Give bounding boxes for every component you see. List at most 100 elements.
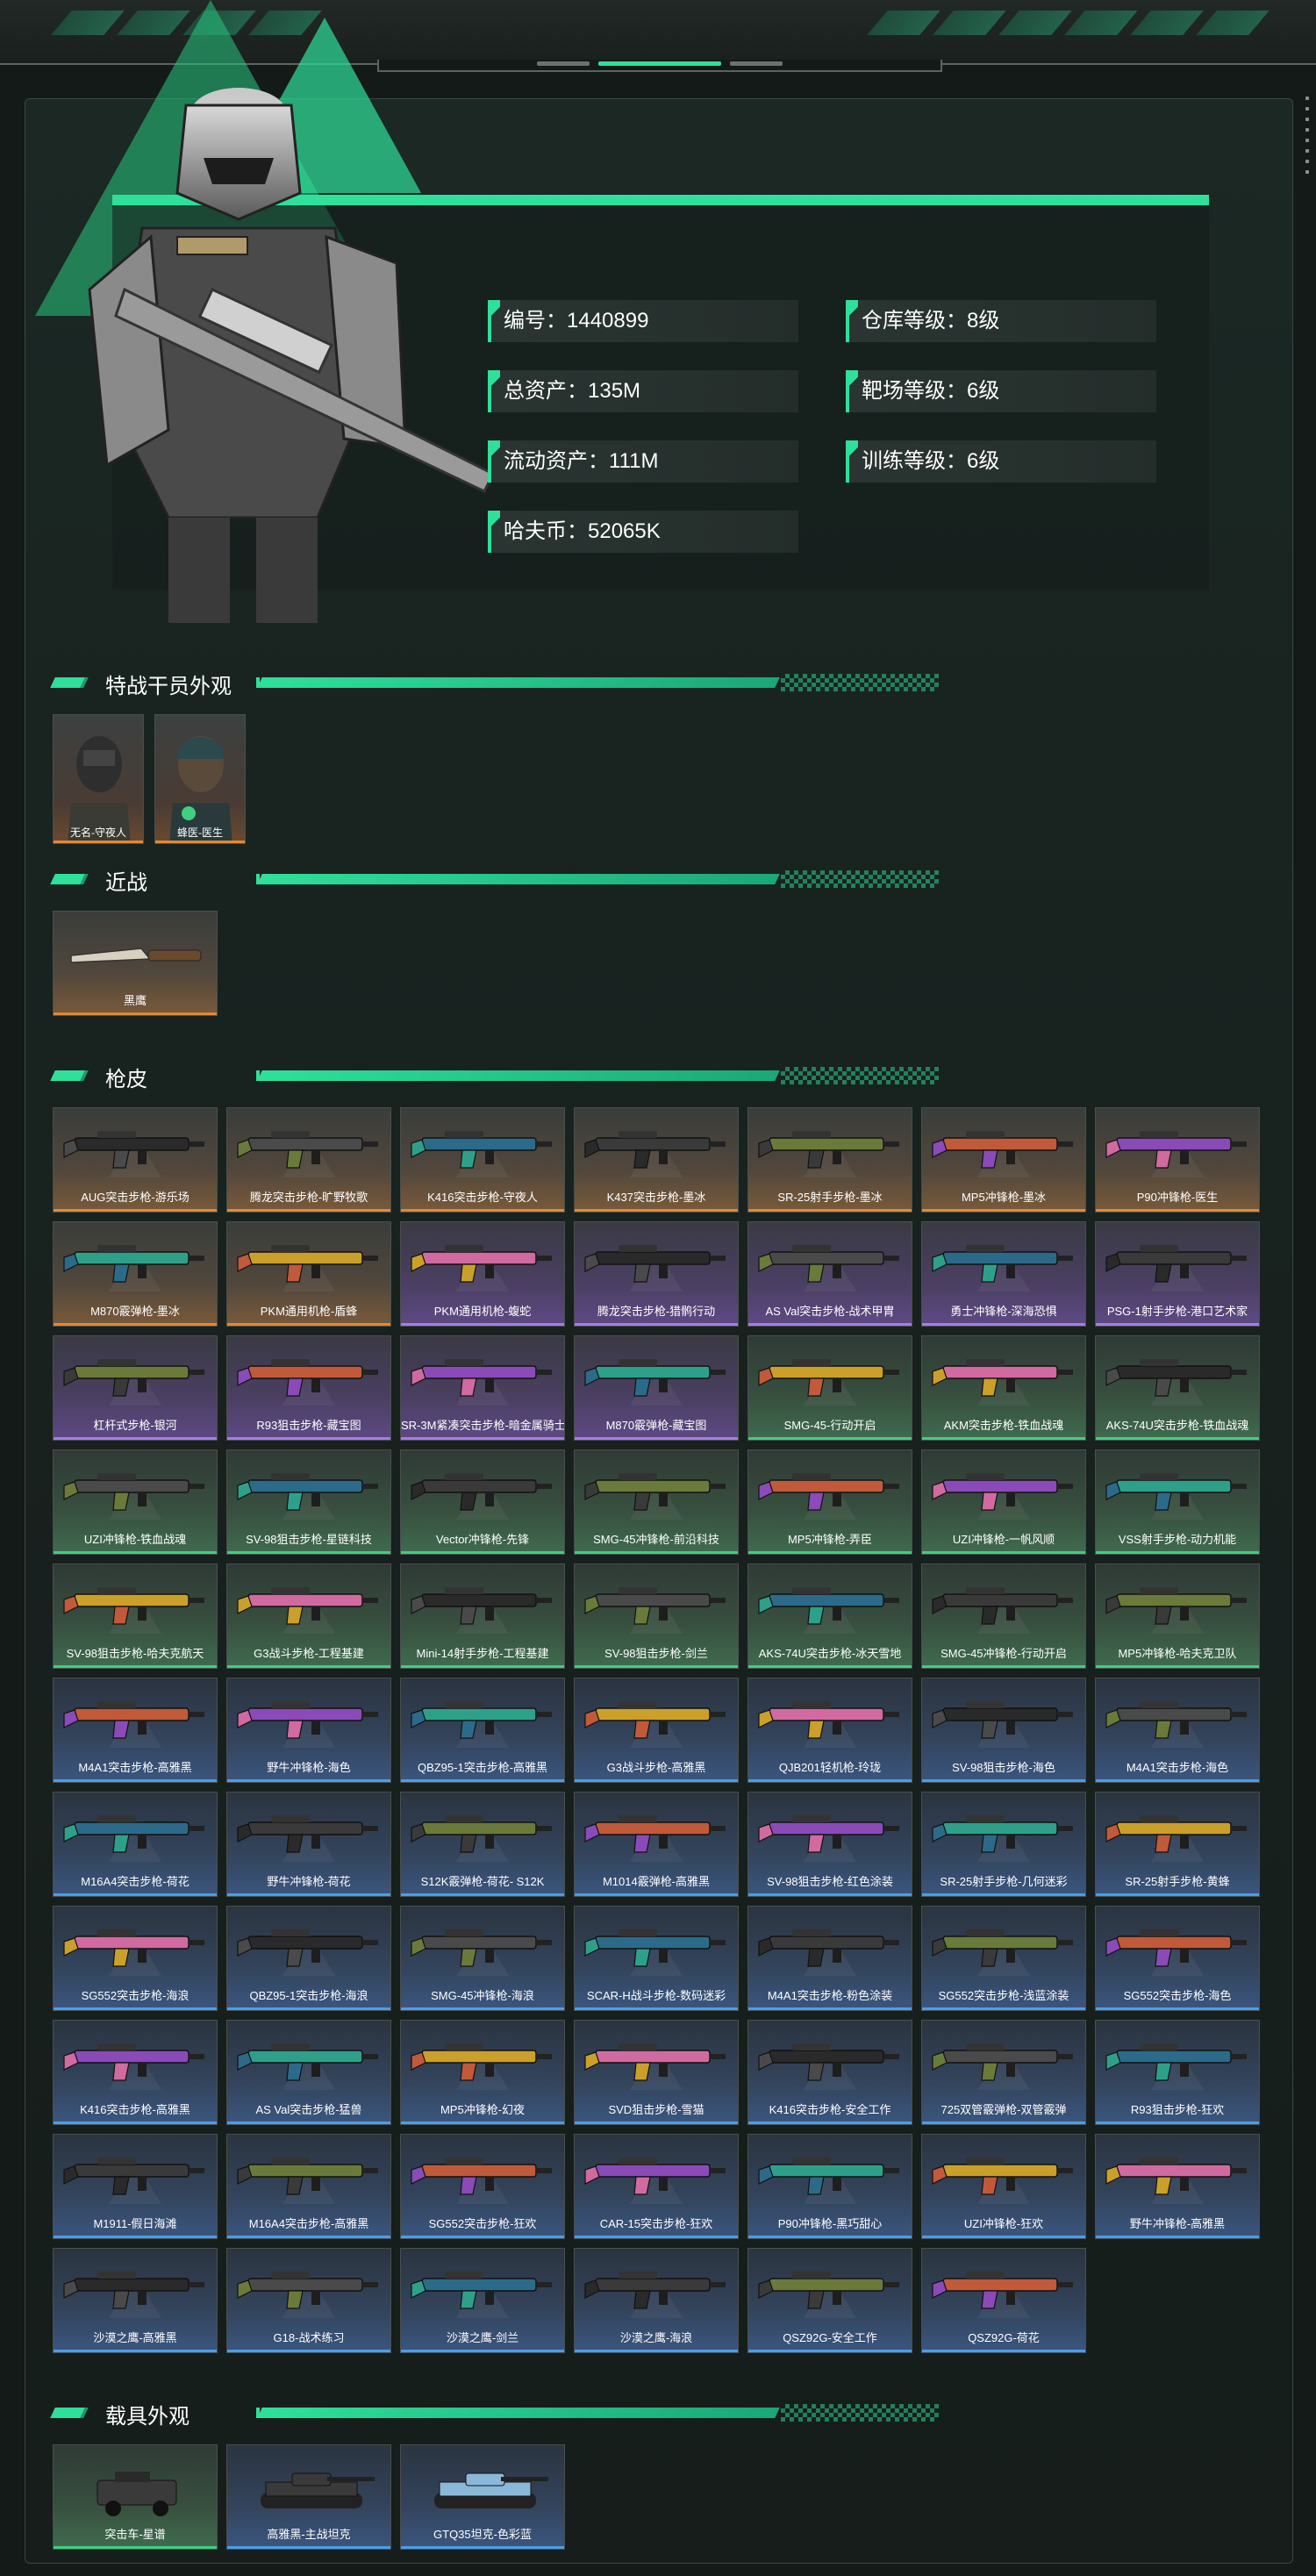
gun-skin-card[interactable]: Vector冲锋枪-先锋	[400, 1449, 565, 1555]
gun-skin-card[interactable]: SMG-45冲锋枪-行动开启	[921, 1563, 1086, 1669]
gun-skin-card[interactable]: UZI冲锋枪-铁血战魂	[53, 1449, 218, 1555]
gun-skin-card[interactable]: SV-98狙击步枪-剑兰	[574, 1563, 739, 1669]
gun-skin-label: 沙漠之鹰-高雅黑	[93, 2331, 177, 2344]
gun-skin-card[interactable]: CAR-15突击步枪-狂欢	[574, 2134, 739, 2239]
gun-skin-card[interactable]: PKM通用机枪-蝮蛇	[400, 1221, 565, 1327]
gun-skin-card[interactable]: M4A1突击步枪-高雅黑	[53, 1678, 218, 1783]
gun-skin-card[interactable]: M16A4突击步枪-高雅黑	[226, 2134, 391, 2239]
gun-skin-label: AS Val突击步枪-战术甲胄	[765, 1305, 895, 1318]
gun-skin-card[interactable]: QSZ92G-安全工作	[747, 2248, 912, 2353]
gun-skin-card[interactable]: 725双管霰弹枪-双管霰弹	[921, 2020, 1086, 2125]
gun-icon	[63, 1815, 204, 1853]
vehicle-card[interactable]: 高雅黑-主战坦克	[226, 2444, 391, 2550]
gun-skin-card[interactable]: QBZ95-1突击步枪-高雅黑	[400, 1678, 565, 1783]
gun-skin-card[interactable]: SR-3M紧凑突击步枪-暗金属骑士	[400, 1335, 565, 1441]
gun-skin-card[interactable]: SVD狙击步枪-雪猫	[574, 2020, 739, 2125]
gun-skin-card[interactable]: K416突击步枪-安全工作	[747, 2020, 912, 2125]
gun-skin-card[interactable]: 腾龙突击步枪-旷野牧歌	[226, 1107, 391, 1213]
gun-skin-card[interactable]: R93狙击步枪-藏宝图	[226, 1335, 391, 1441]
gun-skin-card[interactable]: MP5冲锋枪-弄臣	[747, 1449, 912, 1555]
gun-skin-card[interactable]: S12K霰弹枪-荷花- S12K	[400, 1792, 565, 1897]
vehicle-card[interactable]: GTQ35坦克-色彩蓝	[400, 2444, 565, 2550]
gun-skin-card[interactable]: G3战斗步枪-工程基建	[226, 1563, 391, 1669]
gun-skin-card[interactable]: SV-98狙击步枪-星链科技	[226, 1449, 391, 1555]
gun-skin-card[interactable]: K437突击步枪-墨冰	[574, 1107, 739, 1213]
gun-skin-card[interactable]: SG552突击步枪-海色	[1095, 1906, 1260, 2011]
gun-skin-label: QSZ92G-安全工作	[783, 2331, 877, 2344]
gun-skin-card[interactable]: M870霰弹枪-藏宝图	[574, 1335, 739, 1441]
gun-skin-card[interactable]: SR-25射手步枪-墨冰	[747, 1107, 912, 1213]
gun-skin-card[interactable]: 腾龙突击步枪-猎鹘行动	[574, 1221, 739, 1327]
gun-skin-card[interactable]: M4A1突击步枪-粉色涂装	[747, 1906, 912, 2011]
gun-skin-card[interactable]: SV-98狙击步枪-海色	[921, 1678, 1086, 1783]
gun-skin-card[interactable]: 沙漠之鹰-剑兰	[400, 2248, 565, 2353]
gun-skin-card[interactable]: AKS-74U突击步枪-冰天雪地	[747, 1563, 912, 1669]
gun-skin-card[interactable]: SG552突击步枪-狂欢	[400, 2134, 565, 2239]
gun-icon	[758, 1473, 899, 1511]
gun-skin-card[interactable]: UZI冲锋枪-狂欢	[921, 2134, 1086, 2239]
gun-skin-card[interactable]: SG552突击步枪-海浪	[53, 1906, 218, 2011]
gun-skin-card[interactable]: AS Val突击步枪-猛兽	[226, 2020, 391, 2125]
operator-card[interactable]: 无名-守夜人	[53, 714, 144, 844]
gun-skin-card[interactable]: AKM突击步枪-铁血战魂	[921, 1335, 1086, 1441]
gun-skin-card[interactable]: 野牛冲锋枪-荷花	[226, 1792, 391, 1897]
gun-skin-card[interactable]: M16A4突击步枪-荷花	[53, 1792, 218, 1897]
gun-skin-card[interactable]: P90冲锋枪-黑巧甜心	[747, 2134, 912, 2239]
gun-skin-card[interactable]: SMG-45冲锋枪-海浪	[400, 1906, 565, 2011]
gun-skin-card[interactable]: MP5冲锋枪-墨冰	[921, 1107, 1086, 1213]
gun-skin-label: VSS射手步枪-动力机能	[1118, 1533, 1237, 1546]
gun-skin-card[interactable]: SR-25射手步枪-几何迷彩	[921, 1792, 1086, 1897]
gun-skin-card[interactable]: MP5冲锋枪-哈夫克卫队	[1095, 1563, 1260, 1669]
gun-skin-label: PKM通用机枪-蝮蛇	[433, 1305, 532, 1318]
gun-skin-card[interactable]: 沙漠之鹰-高雅黑	[53, 2248, 218, 2353]
gun-skin-card[interactable]: SV-98狙击步枪-红色涂装	[747, 1792, 912, 1897]
gun-skin-card[interactable]: MP5冲锋枪-幻夜	[400, 2020, 565, 2125]
gun-icon	[411, 1815, 552, 1853]
scroll-dots[interactable]	[1305, 97, 1311, 181]
gun-skin-card[interactable]: AKS-74U突击步枪-铁血战魂	[1095, 1335, 1260, 1441]
operator-card[interactable]: 蜂医-医生	[154, 714, 246, 844]
gun-skin-card[interactable]: SV-98狙击步枪-哈夫克航天	[53, 1563, 218, 1669]
gun-skin-card[interactable]: P90冲锋枪-医生	[1095, 1107, 1260, 1213]
gun-skin-card[interactable]: K416突击步枪-高雅黑	[53, 2020, 218, 2125]
gun-skin-card[interactable]: AUG突击步枪-游乐场	[53, 1107, 218, 1213]
gun-skin-card[interactable]: SMG-45冲锋枪-前沿科技	[574, 1449, 739, 1555]
gun-skin-card[interactable]: SCAR-H战斗步枪-数码迷彩	[574, 1906, 739, 2011]
gun-skin-card[interactable]: SR-25射手步枪-黄蜂	[1095, 1792, 1260, 1897]
gun-skin-card[interactable]: QJB201轻机枪-玲珑	[747, 1678, 912, 1783]
gun-skin-card[interactable]: M1014霰弹枪-高雅黑	[574, 1792, 739, 1897]
gun-icon	[584, 1929, 726, 1967]
gun-skin-card[interactable]: VSS射手步枪-动力机能	[1095, 1449, 1260, 1555]
gun-skin-card[interactable]: QSZ92G-荷花	[921, 2248, 1086, 2353]
gun-skin-card[interactable]: SG552突击步枪-浅蓝涂装	[921, 1906, 1086, 2011]
gun-skin-card[interactable]: 野牛冲锋枪-高雅黑	[1095, 2134, 1260, 2239]
gun-skin-card[interactable]: SMG-45-行动开启	[747, 1335, 912, 1441]
gun-skin-card[interactable]: AS Val突击步枪-战术甲胄	[747, 1221, 912, 1327]
gun-skin-card[interactable]: PSG-1射手步枪-港口艺术家	[1095, 1221, 1260, 1327]
gun-skin-card[interactable]: 野牛冲锋枪-海色	[226, 1678, 391, 1783]
gun-skin-card[interactable]: QBZ95-1突击步枪-海浪	[226, 1906, 391, 2011]
gun-skin-label: SR-25射手步枪-墨冰	[777, 1191, 883, 1204]
gun-skin-label: P90冲锋枪-黑巧甜心	[777, 2217, 883, 2230]
gun-skin-card[interactable]: G3战斗步枪-高雅黑	[574, 1678, 739, 1783]
gun-skin-label: K416突击步枪-安全工作	[769, 2103, 891, 2116]
gun-icon	[584, 1359, 726, 1397]
gun-skin-card[interactable]: G18-战术练习	[226, 2248, 391, 2353]
gun-skin-card[interactable]: M870霰弹枪-墨冰	[53, 1221, 218, 1327]
gun-skin-card[interactable]: 勇士冲锋枪-深海恐惧	[921, 1221, 1086, 1327]
stat-training-level: 训练等级：6级	[846, 440, 1156, 483]
gun-skin-label: SMG-45冲锋枪-前沿科技	[593, 1533, 719, 1546]
gun-skin-card[interactable]: K416突击步枪-守夜人	[400, 1107, 565, 1213]
gun-skin-card[interactable]: R93狙击步枪-狂欢	[1095, 2020, 1260, 2125]
gun-skin-card[interactable]: 杠杆式步枪-银河	[53, 1335, 218, 1441]
gun-skin-card[interactable]: PKM通用机枪-盾蜂	[226, 1221, 391, 1327]
gun-skin-label: 勇士冲锋枪-深海恐惧	[950, 1305, 1057, 1318]
gun-skin-card[interactable]: 沙漠之鹰-海浪	[574, 2248, 739, 2353]
gun-skin-card[interactable]: Mini-14射手步枪-工程基建	[400, 1563, 565, 1669]
gun-skin-card[interactable]: M1911-假日海滩	[53, 2134, 218, 2239]
vehicle-card[interactable]: 突击车-星谱	[53, 2444, 218, 2550]
melee-card[interactable]: 黑鹰	[53, 911, 218, 1016]
gun-skin-card[interactable]: M4A1突击步枪-海色	[1095, 1678, 1260, 1783]
gun-skin-label: AKS-74U突击步枪-铁血战魂	[1105, 1419, 1249, 1432]
gun-skin-card[interactable]: UZI冲锋枪-一帆风顺	[921, 1449, 1086, 1555]
